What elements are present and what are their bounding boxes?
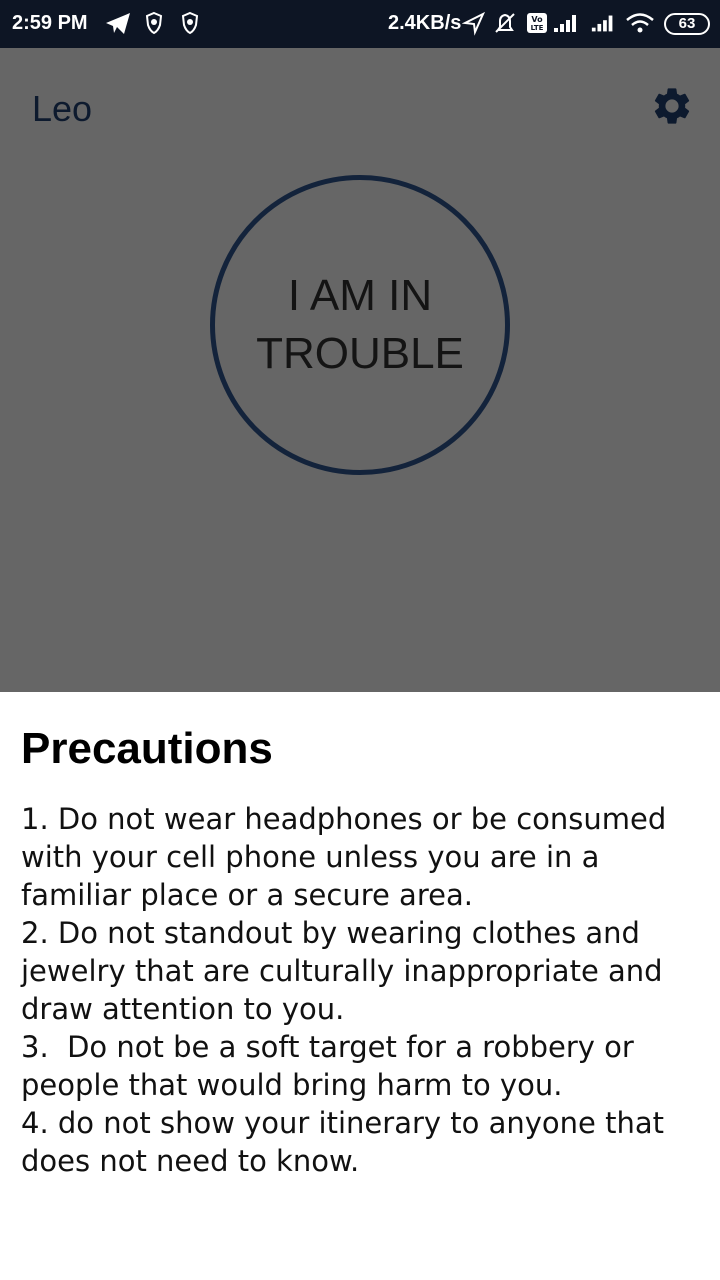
signal-icon [554,15,576,32]
vpn-shield-icon [181,11,199,35]
precautions-list: 1. Do not wear headphones or be consumed… [21,800,705,1180]
battery-icon: 63 [664,13,710,35]
gear-icon[interactable] [650,84,694,128]
status-time: 2:59 PM [12,12,88,34]
signal-icon [591,15,613,32]
trouble-button-label: I AM IN TROUBLE [256,271,464,378]
volte-icon: Vo LTE [527,13,547,33]
precaution-item: 3. Do not be a soft target for a robbery… [21,1030,644,1102]
precautions-sheet: Precautions 1. Do not wear headphones or… [0,692,720,1280]
app-title: Leo [32,88,93,129]
precautions-title: Precautions [21,724,273,773]
alarm-off-icon [495,13,515,33]
precaution-item: 1. Do not wear headphones or be consumed… [21,802,676,912]
telegram-icon [106,13,130,34]
location-icon [462,11,486,36]
wifi-icon [626,13,654,33]
svg-text:LTE: LTE [531,24,544,32]
network-speed: 2.4KB/s [388,12,462,34]
svg-text:Vo: Vo [531,15,543,24]
status-bar: 2:59 PM 2.4KB/s Vo LTE 63 [0,0,720,48]
i-am-in-trouble-button[interactable]: I AM IN TROUBLE [210,175,510,475]
dimmed-app-screen[interactable]: Leo I AM IN TROUBLE [0,48,720,692]
vpn-shield-icon [145,11,163,35]
precaution-item: 2. Do not standout by wearing clothes an… [21,916,672,1026]
precaution-item: 4. do not show your itinerary to anyone … [21,1106,674,1178]
